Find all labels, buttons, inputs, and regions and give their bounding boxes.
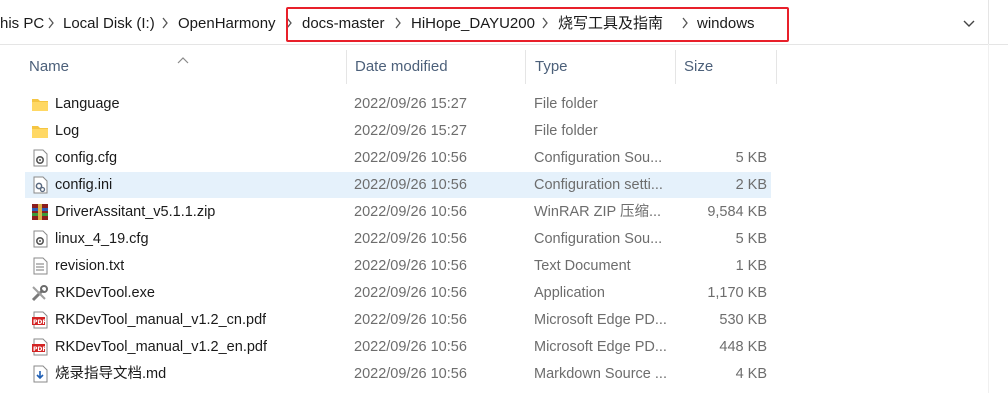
file-name[interactable]: RKDevTool.exe xyxy=(55,280,155,306)
file-type: WinRAR ZIP 压缩... xyxy=(534,204,662,220)
folder-icon xyxy=(31,95,49,113)
file-type: Markdown Source ... xyxy=(534,366,667,382)
file-type: Text Document xyxy=(534,258,631,274)
file-name[interactable]: revision.txt xyxy=(55,253,124,279)
file-date-modified: 2022/09/26 15:27 xyxy=(354,96,467,112)
file-date-modified: 2022/09/26 10:56 xyxy=(354,177,467,193)
file-row[interactable]: revision.txt 2022/09/26 10:56 Text Documen… xyxy=(25,253,771,279)
file-size: 9,584 KB xyxy=(707,204,767,220)
file-type: Microsoft Edge PD... xyxy=(534,312,667,328)
file-size: 1,170 KB xyxy=(707,285,767,301)
text-file-icon xyxy=(31,257,49,275)
markdown-file-icon xyxy=(31,365,49,383)
scrollbar-track[interactable] xyxy=(988,44,1008,393)
svg-text:PDF: PDF xyxy=(33,346,46,353)
settings-file-icon xyxy=(31,176,49,194)
file-name[interactable]: RKDevTool_manual_v1.2_cn.pdf xyxy=(55,307,266,333)
config-file-icon xyxy=(31,149,49,167)
file-date-modified: 2022/09/26 10:56 xyxy=(354,258,467,274)
file-row[interactable]: 烧录指导文档.md 2022/09/26 10:56 Markdown Source… xyxy=(25,361,771,387)
file-type: Configuration setti... xyxy=(534,177,663,193)
pdf-file-icon: PDF xyxy=(31,311,49,329)
column-size[interactable]: Size xyxy=(684,44,713,90)
address-bar[interactable]: his PC Local Disk (I:) OpenHarmony docs-… xyxy=(0,0,1008,45)
file-row[interactable]: config.ini 2022/09/26 10:56 Configuration … xyxy=(25,172,771,198)
column-name[interactable]: Name xyxy=(29,44,69,90)
file-date-modified: 2022/09/26 10:56 xyxy=(354,285,467,301)
chevron-down-icon[interactable] xyxy=(958,12,980,34)
pdf-file-icon: PDF xyxy=(31,338,49,356)
tools-app-icon xyxy=(31,284,49,302)
file-date-modified: 2022/09/26 10:56 xyxy=(354,366,467,382)
file-size: 1 KB xyxy=(735,258,767,274)
file-type: Application xyxy=(534,285,605,301)
file-name[interactable]: config.ini xyxy=(55,172,112,198)
file-size: 530 KB xyxy=(719,312,767,328)
config-file-icon xyxy=(31,230,49,248)
file-date-modified: 2022/09/26 15:27 xyxy=(354,123,467,139)
column-type[interactable]: Type xyxy=(535,44,568,90)
file-row[interactable]: PDF RKDevTool_manual_v1.2_cn.pdf 2022/09/2… xyxy=(25,307,771,333)
file-name[interactable]: Log xyxy=(55,118,79,144)
file-date-modified: 2022/09/26 10:56 xyxy=(354,339,467,355)
file-type: File folder xyxy=(534,123,598,139)
file-date-modified: 2022/09/26 10:56 xyxy=(354,312,467,328)
file-name[interactable]: linux_4_19.cfg xyxy=(55,226,149,252)
file-name[interactable]: config.cfg xyxy=(55,145,117,171)
column-date-modified[interactable]: Date modified xyxy=(355,44,448,90)
file-name[interactable]: DriverAssitant_v5.1.1.zip xyxy=(55,199,215,225)
file-size xyxy=(685,118,767,144)
address-bar-edge xyxy=(988,0,1008,44)
chevron-right-icon[interactable] xyxy=(46,15,56,31)
file-name[interactable]: Language xyxy=(55,91,120,117)
file-type: Configuration Sou... xyxy=(534,231,663,247)
column-header: Name Date modified Type Size xyxy=(0,44,1008,90)
file-row[interactable]: Language 2022/09/26 15:27 File folder xyxy=(25,91,771,117)
file-size: 2 KB xyxy=(735,177,767,193)
file-size: 448 KB xyxy=(719,339,767,355)
file-date-modified: 2022/09/26 10:56 xyxy=(354,204,467,220)
file-row[interactable]: linux_4_19.cfg 2022/09/26 10:56 Configurat… xyxy=(25,226,771,252)
file-type: Microsoft Edge PD... xyxy=(534,339,667,355)
file-row[interactable]: PDF RKDevTool_manual_v1.2_en.pdf 2022/09/2… xyxy=(25,334,771,360)
file-size: 5 KB xyxy=(735,150,767,166)
file-date-modified: 2022/09/26 10:56 xyxy=(354,231,467,247)
file-type: File folder xyxy=(534,96,598,112)
file-name[interactable]: 烧录指导文档.md xyxy=(55,361,166,387)
file-name[interactable]: RKDevTool_manual_v1.2_en.pdf xyxy=(55,334,267,360)
file-date-modified: 2022/09/26 10:56 xyxy=(354,150,467,166)
column-divider[interactable] xyxy=(776,50,777,84)
file-row[interactable]: Log 2022/09/26 15:27 File folder xyxy=(25,118,771,144)
file-size: 5 KB xyxy=(735,231,767,247)
column-divider[interactable] xyxy=(675,50,676,84)
file-row[interactable]: config.cfg 2022/09/26 10:56 Configuration … xyxy=(25,145,771,171)
folder-icon xyxy=(31,122,49,140)
highlight-annotation-box xyxy=(286,7,789,42)
file-size: 4 KB xyxy=(735,366,767,382)
file-type: Configuration Sou... xyxy=(534,150,663,166)
chevron-right-icon[interactable] xyxy=(160,15,170,31)
sort-ascending-icon xyxy=(177,51,189,64)
column-divider[interactable] xyxy=(525,50,526,84)
file-row[interactable]: RKDevTool.exe 2022/09/26 10:56 Application… xyxy=(25,280,771,306)
breadcrumb-this-pc[interactable]: his PC xyxy=(0,14,44,34)
file-row[interactable]: DriverAssitant_v5.1.1.zip 2022/09/26 10:5… xyxy=(25,199,771,225)
file-size xyxy=(685,91,767,117)
winrar-archive-icon xyxy=(31,203,49,221)
column-divider[interactable] xyxy=(346,50,347,84)
breadcrumb-openharmony[interactable]: OpenHarmony xyxy=(178,14,276,34)
breadcrumb-local-disk[interactable]: Local Disk (I:) xyxy=(63,14,155,34)
svg-text:PDF: PDF xyxy=(33,319,46,326)
